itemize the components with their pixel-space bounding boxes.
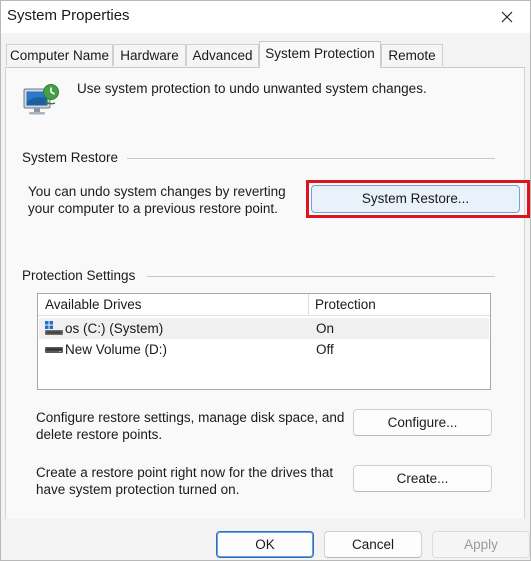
system-protection-computer-icon bbox=[21, 81, 61, 121]
tab-system-protection[interactable]: System Protection bbox=[259, 41, 381, 68]
drive-protection-status: On bbox=[316, 321, 335, 336]
group-divider bbox=[147, 276, 495, 277]
create-description: Create a restore point right now for the… bbox=[36, 464, 333, 498]
system-restore-group-label: System Restore bbox=[22, 150, 119, 165]
tab-strip: Computer Name Hardware Advanced System P… bbox=[1, 33, 530, 68]
configure-description-line-1: Configure restore settings, manage disk … bbox=[36, 410, 345, 425]
drives-list[interactable]: Available Drives Protection os (C:) (Sys… bbox=[37, 293, 491, 390]
tab-computer-name[interactable]: Computer Name bbox=[6, 44, 113, 66]
intro-text: Use system protection to undo unwanted s… bbox=[77, 81, 427, 96]
create-description-line-1: Create a restore point right now for the… bbox=[36, 465, 334, 480]
apply-button[interactable]: Apply bbox=[432, 531, 530, 558]
create-button[interactable]: Create... bbox=[353, 465, 492, 492]
drive-name: New Volume (D:) bbox=[65, 342, 168, 357]
available-drives-column-header[interactable]: Available Drives bbox=[38, 294, 308, 316]
windows-system-drive-icon bbox=[45, 321, 63, 335]
system-restore-button[interactable]: System Restore... bbox=[311, 185, 520, 213]
ok-button[interactable]: OK bbox=[216, 531, 314, 558]
system-restore-description: You can undo system changes by reverting… bbox=[28, 183, 286, 217]
drive-row-d[interactable]: New Volume (D:) Off bbox=[39, 339, 489, 360]
group-divider bbox=[127, 158, 495, 159]
tab-hardware[interactable]: Hardware bbox=[113, 44, 186, 66]
configure-description-line-2: delete restore points. bbox=[36, 427, 163, 442]
configure-button[interactable]: Configure... bbox=[353, 409, 492, 436]
system-properties-window: System Properties Computer Name Hardware… bbox=[0, 0, 531, 561]
drive-name: os (C:) (System) bbox=[65, 321, 164, 336]
hard-drive-icon bbox=[45, 347, 63, 353]
protection-settings-group-label: Protection Settings bbox=[22, 268, 136, 283]
protection-column-header[interactable]: Protection bbox=[309, 294, 490, 316]
tab-remote[interactable]: Remote bbox=[381, 44, 443, 66]
system-restore-description-line-2: your computer to a previous restore poin… bbox=[28, 201, 278, 216]
tab-advanced[interactable]: Advanced bbox=[186, 44, 259, 66]
cancel-button[interactable]: Cancel bbox=[324, 531, 422, 558]
drive-row-c[interactable]: os (C:) (System) On bbox=[39, 318, 489, 339]
drive-protection-status: Off bbox=[316, 342, 334, 357]
create-description-line-2: have system protection turned on. bbox=[36, 482, 240, 497]
configure-description: Configure restore settings, manage disk … bbox=[36, 409, 344, 443]
title-bar[interactable]: System Properties bbox=[1, 1, 530, 33]
system-protection-panel: Use system protection to undo unwanted s… bbox=[5, 67, 530, 521]
system-restore-description-line-1: You can undo system changes by reverting bbox=[28, 184, 286, 199]
close-button[interactable] bbox=[484, 1, 530, 33]
window-title: System Properties bbox=[7, 7, 130, 24]
dialog-footer: OK Cancel Apply bbox=[1, 519, 530, 560]
close-icon bbox=[501, 11, 513, 23]
